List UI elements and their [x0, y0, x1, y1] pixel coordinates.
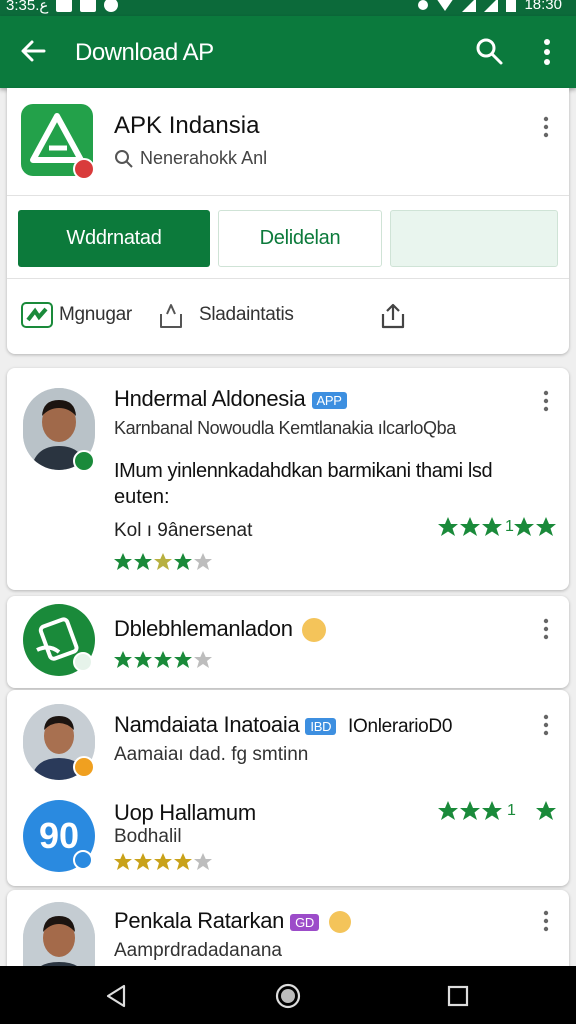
review-subtitle: Karnbanal Nowoudla Kemtlanakia ılcarloQb…	[114, 418, 456, 438]
rating-right	[437, 516, 557, 538]
app-name: APK Indansia	[114, 112, 260, 139]
verified-badge-icon	[73, 158, 95, 180]
review-body-line1: IMum yinlennkadahdkan barmikani thami ls…	[114, 460, 493, 482]
status-time-right: 18:30	[524, 0, 562, 13]
back-arrow-icon[interactable]	[18, 36, 48, 66]
review-card[interactable]: Dblebhlemanladon	[7, 596, 569, 688]
navigation-bar	[0, 966, 576, 1024]
notification-icon	[56, 0, 73, 12]
star-icon	[114, 553, 212, 570]
developer-row[interactable]: Nenerahokk Anl	[114, 148, 267, 169]
divider	[7, 278, 569, 279]
emoji-icon	[302, 618, 327, 643]
status-bar: 3:ع.35 18:30	[0, 0, 576, 16]
review-more-icon[interactable]	[541, 618, 551, 640]
time-badge-icon	[73, 652, 93, 672]
more-vert-icon[interactable]	[536, 38, 558, 66]
install-button[interactable]: Wddrnatad	[18, 210, 210, 267]
verified-badge-icon	[73, 450, 95, 472]
app-tag: IBD	[305, 717, 337, 735]
app-tag: APP	[311, 391, 347, 409]
emoji-icon	[328, 911, 351, 934]
action-label-1[interactable]: Mgnugar	[59, 304, 132, 326]
nav-recents-icon[interactable]	[447, 985, 469, 1007]
signal-icon-2	[484, 0, 499, 12]
verified-badge-icon	[73, 756, 95, 778]
star-icon	[114, 853, 212, 870]
review-extra: IOnlerarioD0	[348, 716, 453, 737]
rating-right-text: 1	[507, 802, 516, 819]
review-subtitle: Aamprdradadanana	[114, 940, 282, 961]
star-icon	[438, 517, 556, 536]
app-header-more-icon[interactable]	[541, 116, 551, 138]
nav-home-icon[interactable]	[275, 983, 301, 1009]
vpn-icon	[418, 0, 429, 10]
app-bar: Download AP	[0, 16, 576, 88]
share-icon[interactable]	[379, 302, 407, 330]
battery-icon	[506, 0, 517, 12]
divider	[7, 195, 569, 196]
review-title: Hndermal Aldonesia	[114, 386, 306, 411]
review-more-icon[interactable]	[541, 910, 551, 932]
wifi-icon	[436, 0, 455, 11]
bookmark-icon[interactable]	[157, 302, 185, 330]
status-left: 3:ع.35	[6, 0, 119, 14]
notification-icon-2	[80, 0, 97, 12]
green-app-icon[interactable]	[21, 302, 53, 328]
review-title-row: Hndermal Aldonesia APP	[114, 386, 347, 412]
rating-stars	[113, 650, 213, 670]
review-body-line2: euten:	[114, 486, 170, 508]
status-time: 3:ع.35	[6, 0, 49, 14]
status-right: 18:30	[418, 0, 562, 13]
app-bar-title: Download AP	[75, 39, 214, 66]
review-more-icon[interactable]	[541, 714, 551, 736]
rating-right-text: 1	[505, 518, 514, 535]
review-card[interactable]: Hndermal Aldonesia APP Karnbanal Nowoudla…	[7, 368, 569, 590]
inner-title: Uop Hallamum	[114, 800, 256, 825]
review-footer: Kol ı 9ânersenat	[114, 520, 253, 541]
developer-name: Nenerahokk Anl	[140, 148, 268, 168]
magnifier-icon	[115, 149, 133, 168]
star-icon	[438, 801, 556, 820]
rating-stars	[113, 852, 213, 872]
review-more-icon[interactable]	[541, 390, 551, 412]
review-title: Penkala Ratarkan	[114, 908, 285, 933]
app-tag: GD	[290, 913, 319, 931]
review-title-row: Penkala Ratarkan GD	[114, 908, 351, 934]
star-icon	[114, 651, 212, 668]
inner-subtitle: Bodhalil	[114, 826, 182, 847]
signal-icon	[462, 0, 477, 12]
details-button[interactable]: Delidelan	[218, 210, 382, 267]
rating-right	[437, 800, 557, 822]
review-title-row: Namdaiata Inatoaia IBD IOnlerarioD0	[114, 712, 452, 738]
review-title: Namdaiata Inatoaia	[114, 712, 300, 737]
app-header-card: APK Indansia Nenerahokk Anl Wddrnatad De…	[7, 88, 569, 354]
review-card[interactable]: Namdaiata Inatoaia IBD IOnlerarioD0 Aamai…	[7, 690, 569, 886]
notification-dot-icon	[104, 0, 119, 12]
secondary-button[interactable]	[390, 210, 558, 267]
review-title-text: Dblebhlemanladon	[114, 616, 293, 641]
nav-back-icon[interactable]	[104, 984, 128, 1008]
action-row: Mgnugar Sladaintatis	[21, 298, 561, 334]
badge-icon	[73, 850, 93, 870]
action-label-2[interactable]: Sladaintatis	[199, 304, 294, 326]
review-title: Dblebhlemanladon	[114, 616, 327, 643]
search-icon[interactable]	[474, 36, 504, 66]
review-subtitle: Aamaiaı dad. fg smtinn	[114, 744, 309, 765]
rating-stars	[113, 552, 213, 572]
